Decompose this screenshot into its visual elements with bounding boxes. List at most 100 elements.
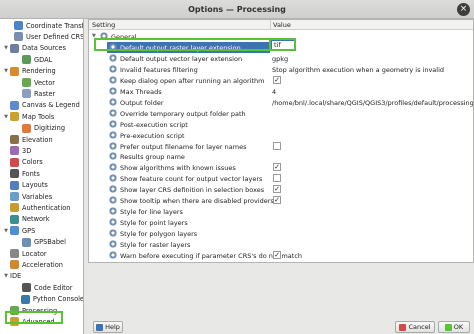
setting-gear-icon: [109, 185, 117, 194]
setting-row-prefer-output-filename-for-layer-names[interactable]: Prefer output filename for layer names: [89, 141, 473, 152]
setting-value[interactable]: 4: [272, 88, 276, 96]
expand-arrow-icon[interactable]: ▼: [2, 45, 10, 51]
sidebar-item-canvas-legend[interactable]: Canvas & Legend: [0, 100, 83, 111]
setting-name: Style for line layers: [120, 208, 183, 217]
help-button[interactable]: Help: [93, 321, 123, 333]
dialog-button-bar: Help Cancel OK: [88, 263, 474, 334]
setting-gear-icon: [109, 86, 117, 95]
sidebar-item-user-defined-crs[interactable]: User Defined CRS: [0, 31, 84, 42]
setting-name: Style for point layers: [120, 219, 188, 228]
ok-icon: [444, 323, 452, 331]
setting-row-default-output-vector-layer-extension[interactable]: Default output vector layer extension gpk…: [89, 53, 473, 64]
setting-gear-icon: [109, 97, 117, 106]
setting-checkbox[interactable]: ✓: [273, 196, 281, 205]
setting-row-style-for-point-layers[interactable]: Style for point layers: [89, 217, 473, 228]
expand-arrow-icon[interactable]: ▼: [2, 68, 10, 74]
setting-row-style-for-polygon-layers[interactable]: Style for polygon layers: [89, 228, 473, 239]
sidebar-item-digitizing[interactable]: Digitizing: [0, 123, 83, 134]
setting-checkbox[interactable]: ✓: [273, 185, 281, 194]
setting-row-pre-execution-script[interactable]: Pre-execution script: [89, 130, 473, 141]
setting-row-post-execution-script[interactable]: Post-execution script: [89, 119, 473, 130]
sidebar-item-fonts[interactable]: Fonts: [0, 168, 83, 179]
sidebar-item-elevation[interactable]: Elevation: [0, 134, 83, 145]
setting-row-show-layer-crs-definition-in-selection-boxes[interactable]: Show layer CRS definition in selection b…: [89, 184, 473, 195]
cancel-button[interactable]: Cancel: [395, 321, 435, 333]
window-titlebar: Options — Processing ×: [0, 0, 474, 19]
setting-gear-icon: [109, 64, 117, 73]
sidebar-item-gdal[interactable]: GDAL: [0, 54, 83, 65]
3d-icon: [10, 146, 19, 156]
setting-name: Pre-execution script: [120, 131, 185, 140]
sidebar-item-gpsbabel[interactable]: GPSBabel: [0, 237, 83, 248]
setting-name: Override temporary output folder path: [120, 109, 246, 118]
setting-row-override-temporary-output-folder-path[interactable]: Override temporary output folder path: [89, 108, 473, 119]
sidebar-item-data-sources[interactable]: ▼ Data Sources: [0, 43, 83, 54]
sidebar-item-raster[interactable]: Raster: [0, 88, 83, 99]
window-close-button[interactable]: ×: [457, 3, 470, 16]
setting-row-results-group-name[interactable]: Results group name: [89, 151, 473, 162]
setting-row-style-for-line-layers[interactable]: Style for line layers: [89, 206, 473, 217]
elevation-icon: [10, 135, 19, 144]
setting-row-max-threads[interactable]: Max Threads 4: [89, 86, 473, 97]
expand-arrow-icon[interactable]: ▼: [2, 273, 10, 279]
setting-checkbox[interactable]: [273, 174, 281, 183]
setting-row-style-for-raster-layers[interactable]: Style for raster layers: [89, 239, 473, 250]
setting-checkbox[interactable]: ✓: [273, 163, 281, 172]
sidebar-item-3d[interactable]: 3D: [0, 145, 83, 156]
options-sidebar: Coordinate Transforms User Defined CRS ▼ Da…: [0, 19, 84, 334]
setting-name: Show algorithms with known issues: [120, 164, 236, 173]
sidebar-item-vector[interactable]: Vector: [0, 77, 83, 88]
sidebar-item-authentication[interactable]: Authentication: [0, 202, 83, 213]
setting-row-show-tooltip-when-there-are-disabled-providers[interactable]: Show tooltip when there are disabled pro…: [89, 195, 473, 206]
sidebar-item-label: Rendering: [22, 67, 56, 76]
setting-checkbox[interactable]: ✓: [273, 75, 281, 84]
sidebar-item-gps[interactable]: ▼ GPS: [0, 225, 83, 236]
sidebar-item-label: Layouts: [22, 181, 48, 190]
setting-row-keep-dialog-open-after-running-an-algorithm[interactable]: Keep dialog open after running an algori…: [89, 75, 473, 86]
setting-checkbox[interactable]: [273, 141, 281, 150]
sidebar-item-rendering[interactable]: ▼ Rendering: [0, 66, 83, 77]
sidebar-item-label: User Defined CRS: [26, 32, 84, 41]
sidebar-item-code-editor[interactable]: Code Editor: [0, 282, 83, 293]
sidebar-item-label: GPS: [22, 226, 36, 235]
ok-button[interactable]: OK: [438, 321, 470, 333]
sidebar-item-label: Coordinate Transforms: [26, 21, 84, 30]
setting-row-warn-before-executing-if-parameter-crs-s-do-not-match[interactable]: Warn before executing if parameter CRS's…: [89, 250, 473, 261]
setting-highlight-box: [94, 38, 271, 51]
setting-gear-icon: [109, 130, 117, 139]
setting-row-show-algorithms-with-known-issues[interactable]: Show algorithms with known issues ✓: [89, 162, 473, 173]
user-crs-icon: [14, 32, 23, 42]
gpsbabel-icon: [22, 237, 31, 247]
sidebar-item-python-console[interactable]: Python Console: [0, 294, 83, 305]
sidebar-item-label: Elevation: [22, 135, 53, 144]
sidebar-item-variables[interactable]: Variables: [0, 191, 83, 202]
setting-checkbox[interactable]: ✓: [273, 251, 281, 259]
cancel-icon: [399, 323, 407, 331]
sidebar-item-ide[interactable]: ▼ IDE: [0, 271, 83, 282]
sidebar-item-map-tools[interactable]: ▼ Map Tools: [0, 111, 83, 122]
setting-gear-icon: [109, 240, 117, 249]
setting-value[interactable]: Stop algorithm execution when a geometry…: [272, 66, 444, 74]
setting-name: Style for raster layers: [120, 241, 191, 250]
value-column-header[interactable]: Value: [273, 21, 291, 29]
setting-value[interactable]: /home/bnl/.local/share/QGIS/QGIS3/profil…: [272, 99, 473, 107]
setting-value[interactable]: gpkg: [272, 55, 288, 63]
setting-name: Style for polygon layers: [120, 230, 198, 239]
sidebar-item-coordinate-transforms[interactable]: Coordinate Transforms: [0, 20, 84, 31]
setting-name: Default output vector layer extension: [120, 54, 243, 63]
authentication-icon: [10, 203, 19, 213]
sidebar-item-label: Locator: [22, 249, 47, 258]
code-editor-icon: [22, 283, 31, 293]
setting-row-invalid-features-filtering[interactable]: Invalid features filtering Stop algorithm…: [89, 64, 473, 75]
sidebar-item-colors[interactable]: Colors: [0, 157, 83, 168]
setting-row-output-folder[interactable]: Output folder/home/bnl/.local/share/QGIS…: [89, 97, 473, 108]
sidebar-item-layouts[interactable]: Layouts: [0, 180, 83, 191]
setting-row-show-feature-count-for-output-vector-layers[interactable]: Show feature count for output vector lay…: [89, 173, 473, 184]
sidebar-item-network[interactable]: Network: [0, 214, 83, 225]
setting-column-header[interactable]: Setting: [92, 21, 115, 29]
sidebar-item-acceleration[interactable]: Acceleration: [0, 259, 83, 270]
expand-arrow-icon[interactable]: ▼: [2, 114, 10, 120]
expand-arrow-icon[interactable]: ▼: [2, 228, 10, 234]
sidebar-item-locator[interactable]: Locator: [0, 248, 83, 259]
value-highlight-box: [269, 38, 296, 51]
